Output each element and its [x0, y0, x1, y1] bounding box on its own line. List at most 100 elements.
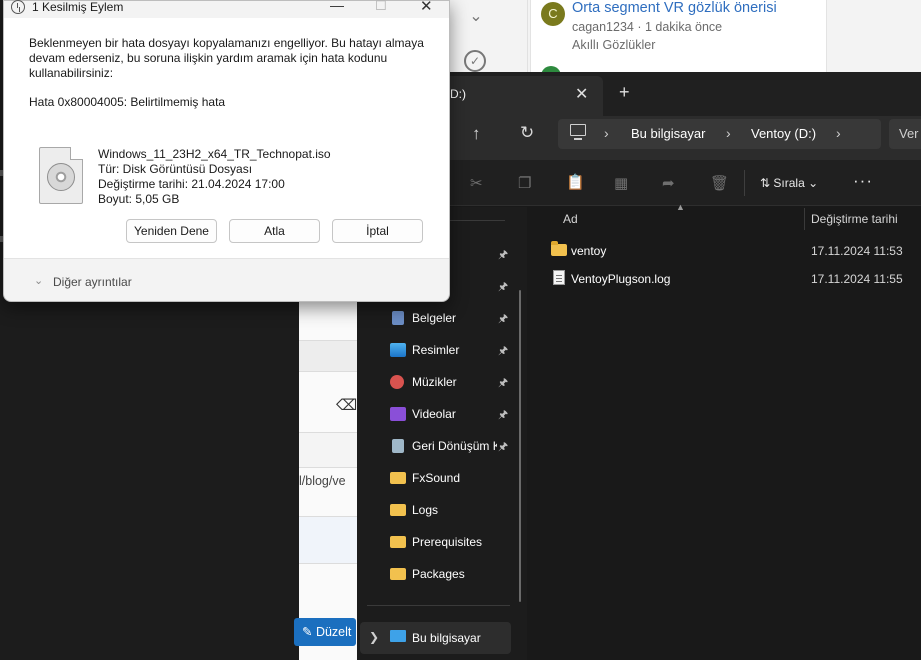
file-modified: 17.11.2024 11:55 [811, 272, 903, 286]
divider [367, 605, 510, 606]
toolbar-divider [744, 170, 745, 196]
web-row-band [299, 432, 357, 468]
sort-label: Sırala [773, 176, 805, 190]
breadcrumb-this-pc[interactable]: Bu bilgisayar [631, 126, 705, 141]
sidebar-item-logs[interactable]: Logs [386, 495, 510, 525]
sidebar-item-music[interactable]: Müzikler 🖈 [386, 367, 510, 397]
sidebar-item-videos[interactable]: Videolar 🖈 [386, 399, 510, 429]
sort-button[interactable]: ⇅ Sırala ⌄ [760, 176, 818, 190]
folder-icon [390, 536, 406, 548]
recycle-bin-icon [392, 439, 404, 453]
navigation-scrollbar[interactable] [519, 290, 521, 602]
videos-icon [390, 407, 406, 421]
web-row-band [299, 516, 357, 564]
file-row-ventoy[interactable]: ventoy 17.11.2024 11:53 [549, 239, 921, 265]
error-message: Beklenmeyen bir hata dosyayı kopyalamanı… [29, 36, 424, 80]
text-file-icon [553, 270, 565, 285]
column-header-name[interactable]: Ad [563, 212, 578, 226]
file-row-ventoyplugson-log[interactable]: VentoyPlugson.log 17.11.2024 11:55 [549, 267, 921, 293]
sidebar-item-label: Bu bilgisayar [412, 631, 481, 645]
thread-category[interactable]: Akıllı Gözlükler [572, 38, 655, 52]
file-type: Tür: Disk Görüntüsü Dosyası [98, 162, 253, 176]
close-icon[interactable]: ✕ [420, 0, 433, 15]
sidebar-item-label: Müzikler [412, 375, 457, 389]
chevron-down-icon[interactable]: ⌄ [34, 274, 43, 287]
clock-icon [11, 0, 25, 14]
url-text: l/blog/ve [299, 474, 346, 488]
retry-button[interactable]: Yeniden Dene [126, 219, 217, 243]
music-icon [390, 375, 404, 389]
dialog-title: 1 Kesilmiş Eylem [32, 0, 124, 14]
pin-icon: 🖈 [498, 377, 509, 389]
tab-title: D:) [450, 87, 466, 101]
cut-icon[interactable]: ✂ [470, 174, 483, 192]
sort-icon: ⇅ [760, 176, 774, 190]
sidebar-item-label: Belgeler [412, 311, 457, 325]
new-tab-icon[interactable]: + [619, 82, 630, 103]
skip-button[interactable]: Atla [229, 219, 320, 243]
pin-icon: 🖈 [498, 281, 509, 293]
search-placeholder: Ver [899, 126, 919, 141]
sidebar-item-documents[interactable]: Belgeler 🖈 [386, 303, 510, 333]
forum-action-column [450, 0, 528, 72]
column-header-modified[interactable]: Değiştirme tarihi [811, 212, 898, 226]
avatar[interactable]: C [541, 2, 565, 26]
sidebar-item-prerequisites[interactable]: Prerequisites [386, 527, 510, 557]
computer-icon [390, 630, 406, 642]
pin-icon: 🖈 [498, 313, 509, 325]
folder-icon [390, 472, 406, 484]
close-tab-icon[interactable]: ✕ [575, 84, 588, 104]
sidebar-item-recycle-bin[interactable]: Geri Dönüşüm Kutusu 🖈 [386, 431, 510, 461]
maximize-icon: ☐ [375, 0, 387, 13]
sidebar-item-label: FxSound [412, 471, 461, 485]
folder-icon [390, 504, 406, 516]
chevron-down-icon[interactable]: ⌄ [466, 6, 486, 26]
chevron-right-icon[interactable]: › [836, 125, 841, 141]
pin-icon: 🖈 [498, 249, 509, 261]
divider [4, 258, 449, 259]
sidebar-item-fxsound[interactable]: FxSound [386, 463, 510, 493]
file-modified: 17.11.2024 11:53 [811, 244, 903, 258]
rename-icon[interactable]: ▦ [614, 174, 628, 192]
more-options-icon[interactable]: ··· [853, 171, 873, 191]
share-icon[interactable]: ➦ [662, 174, 675, 192]
chevron-right-icon[interactable]: › [604, 125, 609, 141]
sidebar-item-packages[interactable]: Packages [386, 559, 510, 589]
column-divider[interactable] [804, 208, 805, 230]
cancel-button[interactable]: İptal [332, 219, 423, 243]
sidebar-item-pictures[interactable]: Resimler 🖈 [386, 335, 510, 365]
pin-icon: 🖈 [498, 409, 509, 421]
sidebar-item-label: Packages [412, 567, 465, 581]
sidebar-item-label: Videolar [412, 407, 456, 421]
refresh-icon[interactable]: ↻ [520, 123, 534, 143]
pencil-icon: ✎ [302, 625, 316, 639]
sidebar-item-label: Logs [412, 503, 439, 517]
pictures-icon [390, 343, 406, 357]
copy-icon[interactable]: ❐ [518, 174, 531, 192]
computer-icon [570, 124, 586, 136]
thread-meta: cagan1234 · 1 dakika önce [572, 20, 723, 34]
paste-icon[interactable]: 📋 [566, 173, 585, 191]
file-modified: Değiştirme tarihi: 21.04.2024 17:00 [98, 177, 285, 191]
thread-title-link[interactable]: Orta segment VR gözlük önerisi [572, 0, 777, 16]
delete-icon[interactable]: 🗑 [710, 174, 729, 192]
eraser-icon[interactable]: ⌫ [336, 396, 357, 414]
folder-icon [551, 241, 567, 256]
more-details-toggle[interactable]: Diğer ayrıntılar [53, 275, 132, 289]
documents-icon [392, 311, 404, 325]
sidebar-item-label: Prerequisites [412, 535, 483, 549]
chevron-right-icon[interactable]: ❯ [369, 630, 379, 644]
chevron-down-icon: ⌄ [804, 176, 819, 190]
error-code: Hata 0x80004005: Belirtilmemiş hata [29, 95, 226, 109]
chevron-right-icon[interactable]: › [726, 125, 731, 141]
check-circle-icon[interactable]: ✓ [464, 50, 486, 72]
minimize-icon[interactable]: — [330, 0, 344, 13]
edit-button[interactable]: ✎ Düzelt [294, 618, 356, 646]
file-name: VentoyPlugson.log [571, 272, 671, 286]
folder-icon [390, 568, 406, 580]
sort-ascending-icon: ▲ [676, 202, 685, 212]
sidebar-item-label: Resimler [412, 343, 460, 357]
web-toolbar-band [299, 340, 357, 372]
breadcrumb-ventoy-drive[interactable]: Ventoy (D:) [751, 126, 816, 141]
up-arrow-icon[interactable]: ↑ [472, 124, 481, 144]
